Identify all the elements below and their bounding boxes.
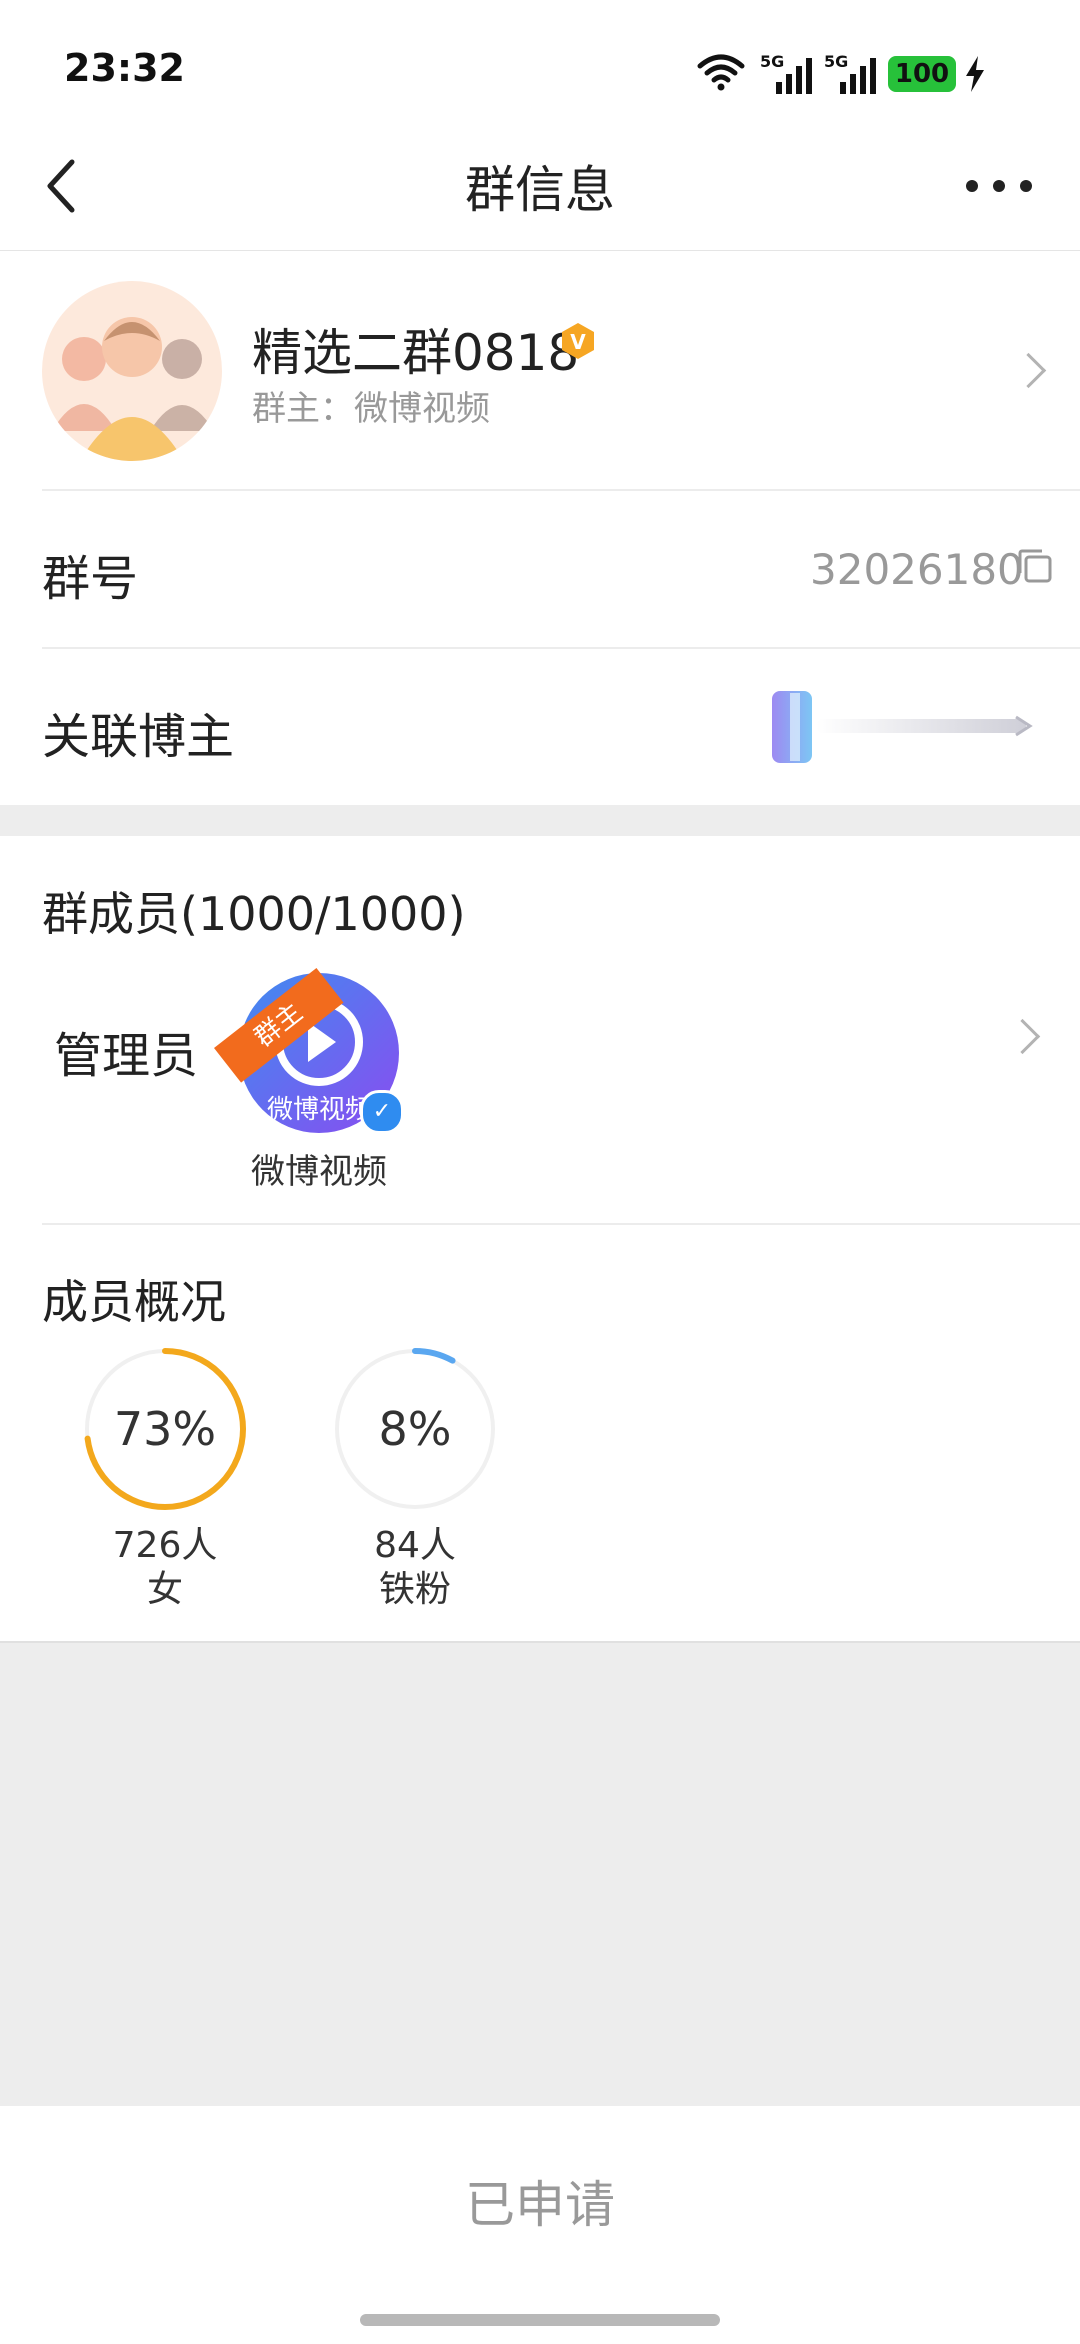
signal-icon: 5G [760, 52, 820, 94]
group-avatar [42, 281, 222, 461]
verified-badge-letter: V [570, 330, 586, 354]
stat-count: 84人 [374, 1525, 456, 1566]
charging-bolt-icon [964, 56, 986, 92]
group-number-row: 群号 32026180 [0, 491, 1080, 647]
group-number-value: 32026180 [810, 545, 1024, 594]
stat-percent: 73% [113, 1402, 217, 1456]
more-icon[interactable] [962, 176, 1036, 196]
group-owner-line: 群主：微博视频 [252, 389, 490, 429]
battery-level: 100 [894, 59, 950, 89]
divider [42, 1223, 1080, 1225]
stat-category: 女 [146, 1569, 183, 1610]
group-number-label: 群号 [42, 551, 139, 607]
wifi-icon [696, 52, 746, 92]
chevron-right-icon [1004, 1018, 1041, 1055]
network-type-label-2: 5G [824, 52, 849, 71]
stat-percent: 8% [378, 1402, 452, 1456]
linked-blogger-row[interactable]: 关联博主 [0, 649, 1080, 805]
admin-verified-icon: ✓ [360, 1090, 404, 1134]
verified-badge-icon: V [558, 321, 598, 361]
applied-button-label: 已申请 [465, 2176, 615, 2234]
page-title: 群信息 [465, 161, 615, 219]
network-type-label: 5G [760, 52, 785, 71]
stat-fans: 8% 84人 铁粉 [330, 1344, 500, 1634]
battery-icon: 100 [888, 56, 956, 92]
group-header-row[interactable]: 精选二群0818 V 群主：微博视频 [0, 251, 1080, 489]
card-bottom-line [0, 1641, 1080, 1643]
linked-blogger-graphic-icon [768, 687, 1038, 767]
home-indicator [360, 2314, 720, 2326]
copy-icon[interactable] [1016, 547, 1054, 585]
applied-button[interactable]: 已申请 [0, 2160, 1080, 2250]
stat-female: 73% 726人 女 [80, 1344, 250, 1634]
stat-count: 726人 [112, 1525, 218, 1566]
admin-avatar-text: 微博视频 [267, 1095, 371, 1125]
admin-name: 微博视频 [251, 1152, 387, 1192]
stat-category: 铁粉 [378, 1569, 451, 1610]
chevron-right-icon [1010, 352, 1047, 389]
admin-row[interactable]: 管理员 微博视频 群主 ✓ 微博视频 [0, 950, 1080, 1200]
status-time: 23:32 [64, 46, 185, 90]
members-title: 群成员(1000/1000) [42, 887, 466, 941]
overview-title: 成员概况 [42, 1275, 226, 1329]
linked-blogger-label: 关联博主 [42, 709, 235, 765]
group-name: 精选二群0818 [252, 324, 580, 382]
admin-label: 管理员 [54, 1028, 199, 1084]
signal-icon-2: 5G [824, 52, 884, 94]
